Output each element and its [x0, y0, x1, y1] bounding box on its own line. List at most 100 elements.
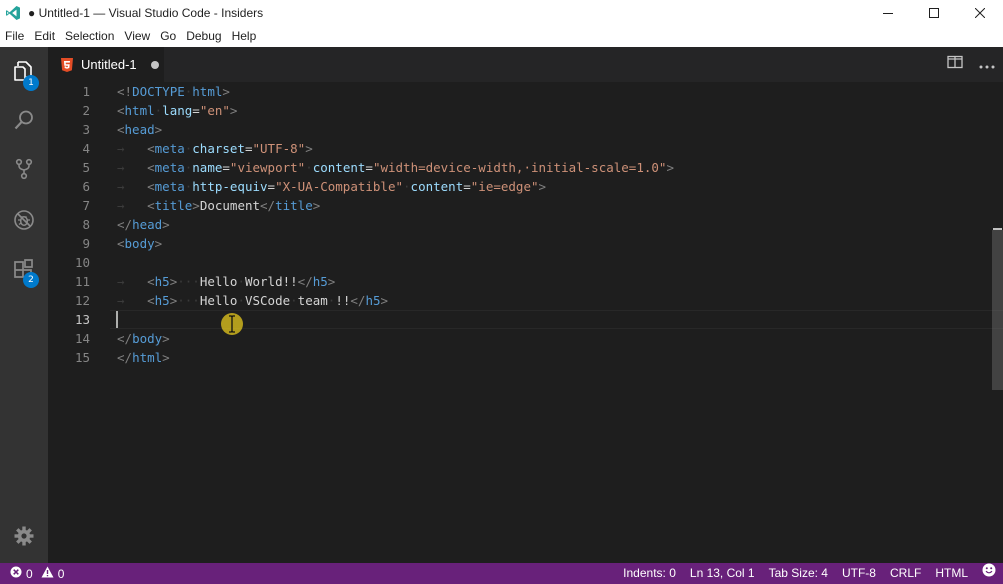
code-token: < [117, 103, 125, 118]
code-token: <! [117, 84, 133, 99]
cursor-position-status[interactable]: Ln 13, Col 1 [683, 563, 762, 584]
menu-file[interactable]: File [0, 26, 29, 47]
text-caret [116, 311, 118, 328]
code-token: < [147, 293, 155, 308]
code-line[interactable]: 4 → <meta·charset="UTF-8"> [48, 139, 993, 158]
code-token: </ [117, 350, 133, 365]
code-line[interactable]: 11 → <h5>···Hello·World!!</h5> [48, 272, 993, 291]
line-number: 2 [82, 103, 90, 118]
code-token: > [192, 198, 200, 213]
code-token: · [290, 293, 298, 308]
menu-view[interactable]: View [119, 26, 155, 47]
line-number: 13 [74, 312, 90, 327]
vertical-scrollbar-thumb[interactable] [992, 230, 1003, 390]
eol-status[interactable]: CRLF [883, 563, 928, 584]
problems-indicator[interactable]: 0 0 [10, 566, 72, 581]
language-mode-status[interactable]: HTML [928, 563, 975, 584]
code-token: = [463, 179, 471, 194]
code-token: = [244, 141, 253, 156]
code-text: → <meta·http-equiv="X-UA-Compatible"·con… [117, 177, 546, 196]
line-number: 1 [82, 84, 90, 99]
code-token: = [222, 160, 230, 175]
code-line[interactable]: 8 </head> [48, 215, 993, 234]
explorer-button[interactable]: 1 [0, 49, 48, 97]
code-line[interactable]: 9 <body> [48, 234, 993, 253]
code-token: team [297, 293, 328, 308]
ellipsis-icon [979, 56, 995, 74]
code-token: = [192, 103, 200, 118]
code-line[interactable]: 7 → <title>Document</title> [48, 196, 993, 215]
code-token: < [147, 179, 155, 194]
code-line[interactable]: 12 → <h5>···Hello·VSCode·team·!!</h5> [48, 291, 993, 310]
code-token: VSCode [244, 293, 291, 308]
code-token: h5 [365, 293, 381, 308]
code-line[interactable]: 1 <!DOCTYPE·html> [48, 82, 993, 101]
code-token: meta [154, 179, 185, 194]
activity-bar: 1 2 [0, 47, 48, 563]
feedback-button[interactable] [975, 563, 1003, 584]
tab-untitled-1[interactable]: Untitled-1 [48, 47, 164, 82]
html5-icon [60, 57, 74, 72]
code-token: head [132, 217, 163, 232]
code-text: → <h5>···Hello·World!!</h5> [117, 272, 335, 291]
extensions-badge: 2 [23, 272, 39, 288]
menu-edit[interactable]: Edit [29, 26, 60, 47]
line-number: 12 [74, 293, 90, 308]
code-line[interactable]: 13 [48, 310, 993, 329]
encoding-status[interactable]: UTF-8 [835, 563, 883, 584]
code-token: > [162, 331, 170, 346]
code-token: html [124, 103, 155, 118]
menu-help[interactable]: Help [227, 26, 262, 47]
code-line[interactable]: 15 </html> [48, 348, 993, 367]
code-editor[interactable]: 1 <!DOCTYPE·html> 2 <html·lang="en"> 3 <head>… [48, 82, 1003, 563]
code-token: html [132, 350, 163, 365]
code-line[interactable]: 2 <html·lang="en"> [48, 101, 993, 120]
unsaved-dot-icon[interactable] [150, 60, 159, 69]
debug-button[interactable] [0, 198, 48, 246]
code-token: > [305, 141, 313, 156]
code-token: meta [154, 160, 185, 175]
search-button[interactable] [0, 98, 48, 146]
code-token: "viewport" [229, 160, 306, 175]
code-token: > [154, 236, 163, 251]
code-token: → [117, 141, 148, 156]
code-token: > [229, 103, 238, 118]
code-line[interactable]: 3 <head> [48, 120, 993, 139]
code-token: < [117, 122, 125, 137]
code-text: </html> [117, 348, 170, 367]
code-text: → <meta·charset="UTF-8"> [117, 139, 313, 158]
title-bar: ● Untitled-1 — Visual Studio Code - Insi… [0, 0, 1003, 26]
code-token: content [410, 179, 464, 194]
code-token: > [312, 198, 321, 213]
code-text: <html·lang="en"> [117, 101, 237, 120]
split-editor-button[interactable] [939, 47, 971, 82]
code-text: <body> [117, 234, 162, 253]
code-token: title [154, 198, 193, 213]
cursor-ruler-mark [993, 228, 1002, 230]
extensions-button[interactable]: 2 [0, 246, 48, 294]
code-token: < [147, 141, 155, 156]
code-line[interactable]: 6 → <meta·http-equiv="X-UA-Compatible"·co… [48, 177, 993, 196]
code-token: </ [117, 217, 133, 232]
code-line[interactable]: 10 [48, 253, 993, 272]
code-line[interactable]: 5 → <meta·name="viewport"·content="width=… [48, 158, 993, 177]
code-token: "width=device-width,·initial-scale=1.0" [372, 160, 667, 175]
close-window-button[interactable] [957, 0, 1003, 26]
source-control-button[interactable] [0, 147, 48, 195]
warning-count: 0 [57, 566, 65, 581]
more-actions-button[interactable] [971, 47, 1003, 82]
indentation-status[interactable]: Indents: 0 [616, 563, 683, 584]
menu-go[interactable]: Go [155, 26, 181, 47]
code-token: · [237, 274, 245, 289]
line-number: 15 [74, 350, 90, 365]
menu-debug[interactable]: Debug [181, 26, 226, 47]
code-line[interactable]: 14 </body> [48, 329, 993, 348]
settings-button[interactable] [0, 514, 48, 562]
maximize-button[interactable] [911, 0, 957, 26]
tab-size-status[interactable]: Tab Size: 4 [762, 563, 835, 584]
menu-selection[interactable]: Selection [60, 26, 119, 47]
code-token: < [147, 160, 155, 175]
minimize-button[interactable] [865, 0, 911, 26]
tab-label: Untitled-1 [81, 57, 137, 72]
code-token: "ie=edge" [470, 179, 539, 194]
